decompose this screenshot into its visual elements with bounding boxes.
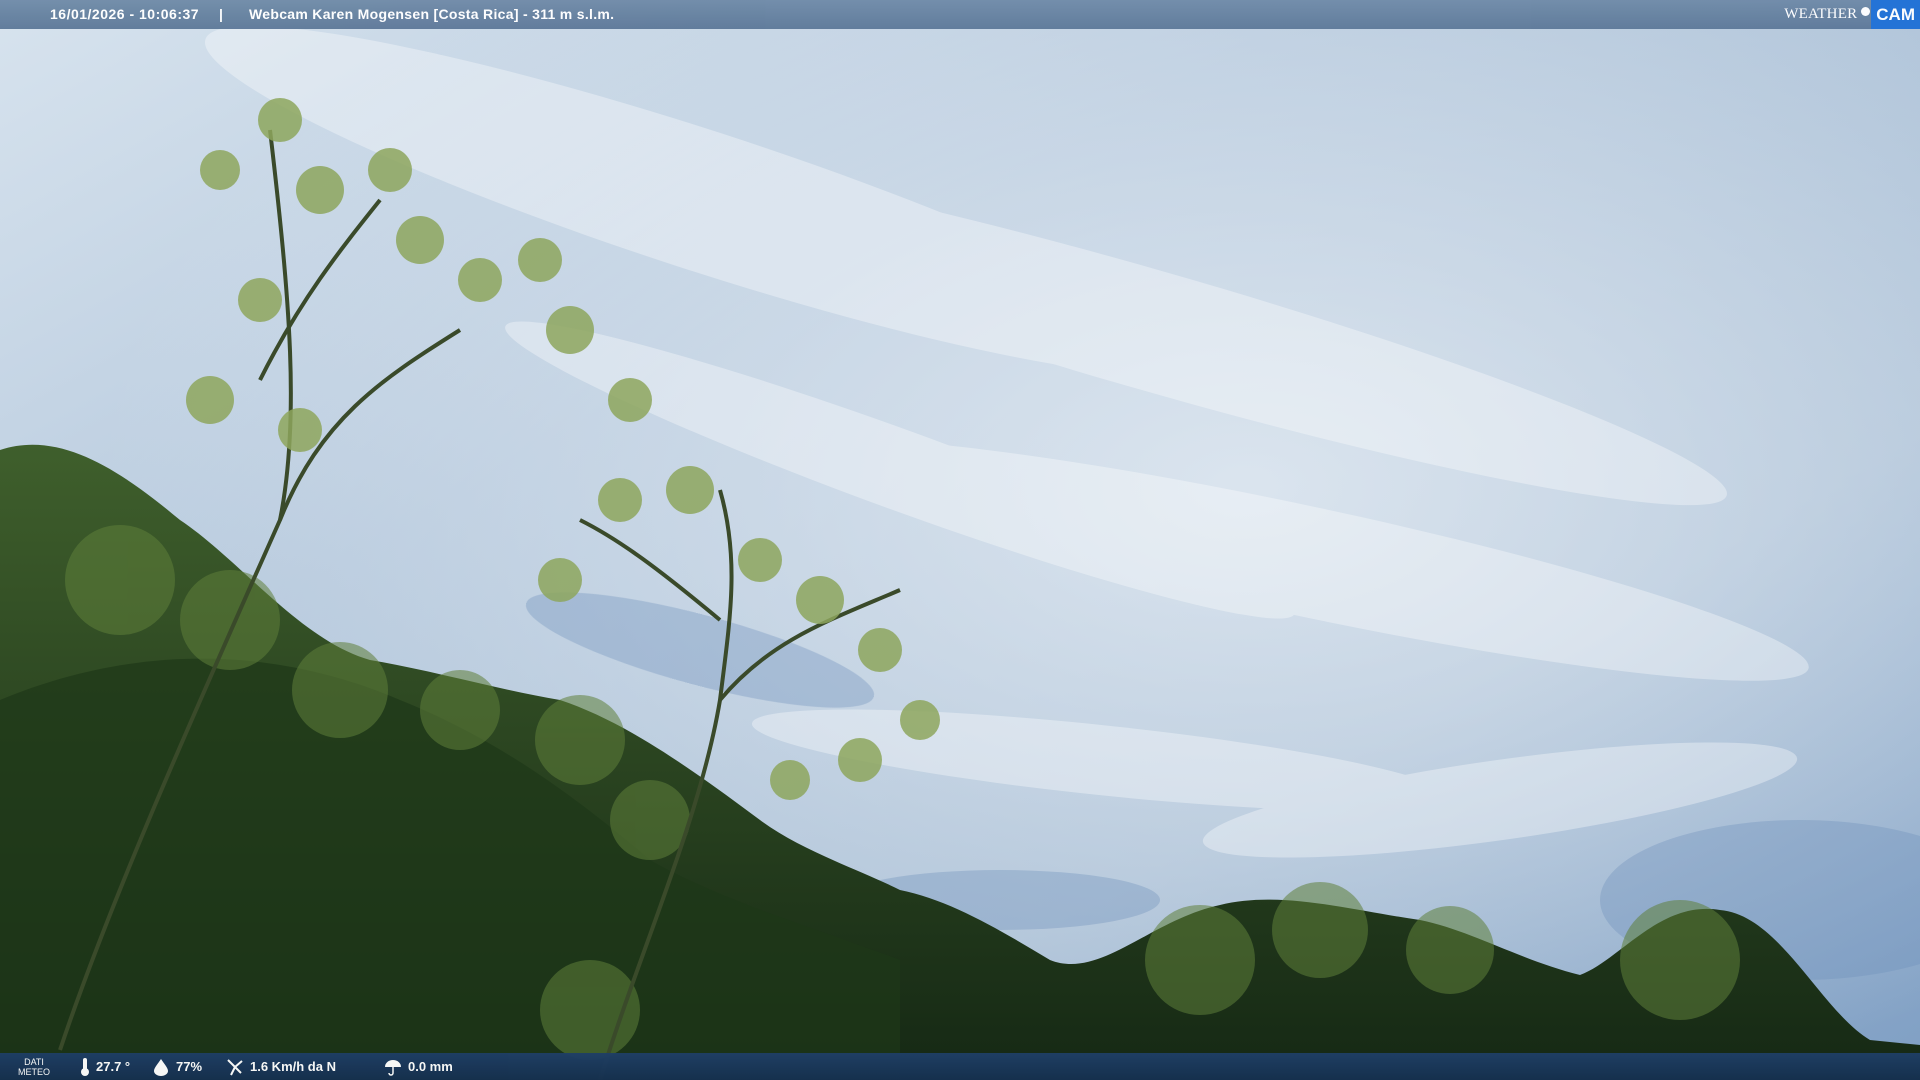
camera-title: Webcam Karen Mogensen [Costa Rica] - 311… — [249, 6, 615, 22]
temperature-value: 27.7 ° — [96, 1059, 131, 1074]
label-line2: METEO — [18, 1066, 51, 1077]
weather-data-bar: DATI METEO 27.7 ° 77% 1.6 Km/h da N 0.0 … — [0, 1053, 1920, 1080]
logo-weather-text: WEATHER — [1784, 6, 1858, 22]
humidity-value: 77% — [176, 1059, 203, 1074]
logo-dot-icon — [1861, 7, 1871, 16]
wind-reading: 1.6 Km/h da N — [226, 1053, 336, 1080]
temperature-reading: 27.7 ° — [80, 1053, 130, 1080]
webcam-image — [0, 0, 1920, 1080]
timestamp: 16/01/2026 - 10:06:37 — [50, 6, 200, 22]
thermometer-icon — [81, 1057, 89, 1076]
rain-value: 0.0 mm — [408, 1059, 453, 1074]
weathercam-logo[interactable]: WEATHER CAM — [1784, 0, 1920, 29]
header-separator: | — [219, 6, 223, 22]
humidity-reading: 77% — [152, 1053, 202, 1080]
label-line1: DATI — [24, 1056, 44, 1067]
rain-umbrella-icon — [385, 1059, 401, 1076]
humidity-drop-icon — [154, 1058, 168, 1076]
header-bar: 16/01/2026 - 10:06:37 | Webcam Karen Mog… — [0, 0, 1920, 29]
wind-vane-icon — [227, 1058, 243, 1075]
rain-reading: 0.0 mm — [384, 1053, 453, 1080]
weather-data-label: DATI METEO — [18, 1053, 50, 1080]
logo-cam-text: CAM — [1871, 0, 1920, 29]
wind-value: 1.6 Km/h da N — [250, 1059, 336, 1074]
